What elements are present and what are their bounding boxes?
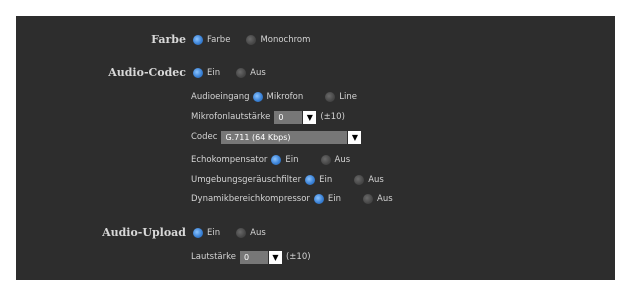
codec-select[interactable]: G.711 (64 Kbps) ▼	[221, 130, 362, 144]
lautstaerke-row: Lautstärke 0 ▼ (±10)	[191, 250, 311, 264]
echokompensator-option-aus[interactable]: Aus	[320, 155, 350, 165]
umgebungsgeraeuschfilter-option-aus[interactable]: Aus	[354, 175, 384, 185]
radio-selected-icon[interactable]	[193, 35, 203, 45]
audio-codec-options: Ein Aus	[193, 66, 282, 80]
radio-unselected-icon[interactable]	[363, 194, 374, 204]
farbe-label: Farbe	[151, 33, 186, 46]
echokompensator-option-ein[interactable]: Ein	[271, 155, 299, 165]
triangle-down-icon[interactable]: ▼	[303, 110, 317, 124]
radio-unselected-icon[interactable]	[236, 68, 247, 78]
audio-codec-label: Audio-Codec	[108, 66, 186, 79]
audio-upload-option-ein[interactable]: Ein	[193, 228, 220, 238]
radio-selected-icon[interactable]	[193, 228, 203, 238]
farbe-option-farbe[interactable]: Farbe	[193, 35, 230, 45]
radio-unselected-icon[interactable]	[236, 228, 247, 238]
audio-codec-option-aus[interactable]: Aus	[236, 68, 266, 78]
farbe-option-monochrom[interactable]: Monochrom	[246, 35, 310, 45]
audioeingang-option-mikrofon[interactable]: Mikrofon	[252, 92, 303, 102]
umgebungsgeraeuschfilter-option-ein[interactable]: Ein	[305, 175, 332, 185]
codec-row: Codec G.711 (64 Kbps) ▼	[191, 130, 365, 144]
radio-unselected-icon[interactable]	[325, 92, 336, 102]
audio-upload-options: Ein Aus	[193, 226, 282, 240]
radio-unselected-icon[interactable]	[246, 35, 257, 45]
farbe-options: Farbe Monochrom	[193, 33, 326, 47]
radio-selected-icon[interactable]	[252, 92, 263, 102]
audio-upload-option-aus[interactable]: Aus	[236, 228, 266, 238]
mikrofonlautstaerke-select[interactable]: 0 ▼	[274, 110, 317, 124]
lautstaerke-select[interactable]: 0 ▼	[239, 250, 282, 264]
radio-selected-icon[interactable]	[305, 175, 316, 185]
dynamikbereichkompressor-option-ein[interactable]: Ein	[313, 194, 341, 204]
echokompensator-row: Echokompensator Ein Aus	[191, 155, 351, 165]
dynamikbereichkompressor-row: Dynamikbereichkompressor Ein Aus	[191, 194, 393, 204]
radio-selected-icon[interactable]	[313, 194, 324, 204]
triangle-down-icon[interactable]: ▼	[348, 130, 362, 144]
audioeingang-option-line[interactable]: Line	[325, 92, 357, 102]
dynamikbereichkompressor-option-aus[interactable]: Aus	[363, 194, 393, 204]
radio-unselected-icon[interactable]	[354, 175, 365, 185]
audio-codec-option-ein[interactable]: Ein	[193, 68, 220, 78]
radio-selected-icon[interactable]	[193, 68, 203, 78]
mikrofonlautstaerke-row: Mikrofonlautstärke 0 ▼ (±10)	[191, 110, 345, 124]
audio-upload-label: Audio-Upload	[102, 226, 186, 239]
audioeingang-row: Audioeingang Mikrofon Line	[191, 92, 357, 102]
umgebungsgeraeuschfilter-row: Umgebungsgeräuschfilter Ein Aus	[191, 175, 384, 185]
radio-selected-icon[interactable]	[271, 155, 282, 165]
settings-panel: Farbe Farbe Monochrom Audio-Codec Ein Au…	[16, 16, 615, 280]
triangle-down-icon[interactable]: ▼	[268, 250, 282, 264]
radio-unselected-icon[interactable]	[320, 155, 331, 165]
